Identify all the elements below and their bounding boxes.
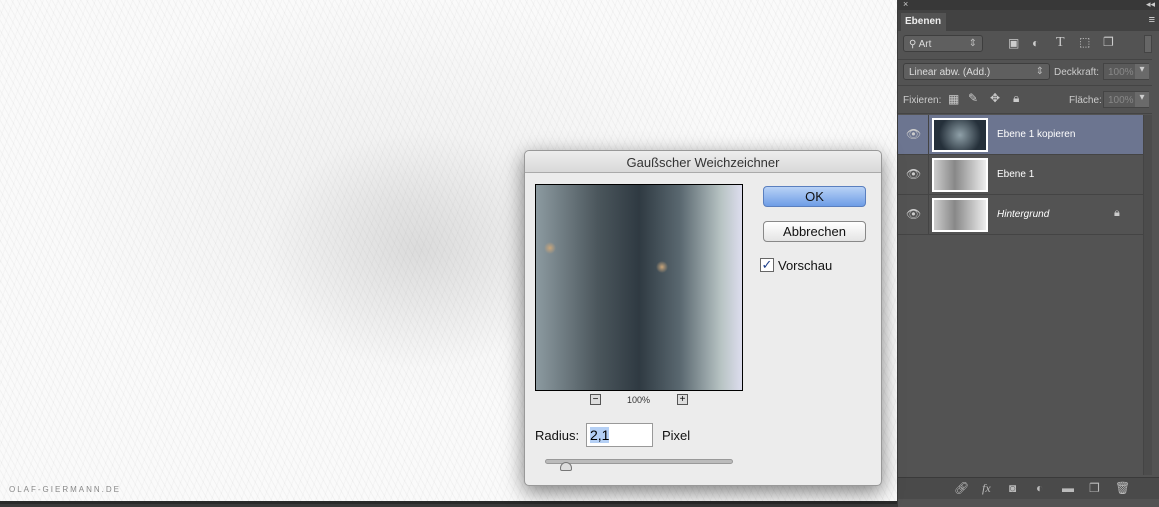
opacity-input[interactable]: 100%: [1103, 63, 1149, 80]
lock-all-icon[interactable]: 🔒︎: [1013, 91, 1019, 106]
watermark: OLAF-GIERMANN.DE: [9, 485, 122, 494]
new-layer-icon[interactable]: ❐: [1089, 481, 1100, 495]
link-icon[interactable]: 🔗︎: [954, 481, 969, 495]
cancel-button[interactable]: Abbrechen: [763, 221, 866, 242]
search-icon: ⚲: [909, 39, 919, 50]
radius-slider-thumb[interactable]: [559, 462, 572, 471]
shape-filter-icon[interactable]: ⬚: [1079, 35, 1090, 49]
lock-label: Fixieren:: [903, 95, 942, 106]
pixel-filter-icon[interactable]: ▣: [1008, 36, 1019, 50]
fill-label: Fläche:: [1069, 95, 1102, 106]
fx-icon[interactable]: fx: [982, 481, 991, 496]
eye-icon[interactable]: 👁︎: [906, 207, 921, 221]
unit-label: Pixel: [662, 428, 691, 443]
layer-row[interactable]: 👁︎ Hintergrund 🔒︎: [898, 195, 1143, 235]
folder-icon[interactable]: ▬: [1062, 481, 1074, 495]
filter-select[interactable]: ⚲ Art: [903, 35, 983, 52]
adjustment-filter-icon[interactable]: ◐: [1032, 36, 1039, 50]
zoom-out-button[interactable]: −: [590, 394, 601, 405]
eye-icon[interactable]: 👁︎: [906, 127, 921, 141]
lock-brush-icon[interactable]: ✎: [968, 91, 978, 105]
gaussian-blur-dialog: Gaußscher Weichzeichner OK Abbrechen ✓ V…: [524, 150, 882, 486]
layer-thumbnail: [932, 158, 988, 192]
tab-ebenen[interactable]: Ebenen: [901, 13, 946, 31]
filter-toggle[interactable]: [1144, 35, 1152, 53]
radius-label: Radius:: [535, 428, 580, 443]
lock-position-icon[interactable]: ✥: [990, 91, 1000, 105]
opacity-label: Deckkraft:: [1054, 67, 1100, 78]
radius-input[interactable]: 2,1: [586, 423, 653, 447]
dialog-title: Gaußscher Weichzeichner: [525, 151, 881, 173]
layer-name: Ebene 1: [997, 169, 1035, 180]
adjustment-icon[interactable]: ◐: [1036, 481, 1043, 495]
close-icon[interactable]: ×: [903, 0, 908, 9]
panel-topbar: × ◂◂: [898, 0, 1159, 10]
layers-panel: × ◂◂ Ebenen ≡ ⚲ Art ▣ ◐ T ⬚ ❐ Linear abw…: [898, 0, 1159, 507]
fill-input[interactable]: 100%: [1103, 91, 1149, 108]
layer-thumbnail: [932, 118, 988, 152]
zoom-level: 100%: [627, 395, 651, 405]
layer-thumbnail: [932, 198, 988, 232]
zoom-in-button[interactable]: +: [677, 394, 688, 405]
lock-icon: 🔒︎: [1114, 207, 1120, 219]
panel-scrollbar[interactable]: [1143, 115, 1152, 475]
mask-icon[interactable]: ◙: [1009, 481, 1016, 495]
lock-transparency-icon[interactable]: ▦: [948, 92, 959, 106]
smartobject-filter-icon[interactable]: ❐: [1103, 35, 1114, 49]
preview-image[interactable]: [535, 184, 743, 391]
eye-icon[interactable]: 👁︎: [906, 167, 921, 181]
layers-toolbar: 🔗︎ fx ◙ ◐ ▬ ❐ 🗑︎: [898, 477, 1159, 499]
collapse-icon[interactable]: ◂◂: [1146, 0, 1155, 10]
radius-slider[interactable]: [545, 459, 733, 464]
ok-button[interactable]: OK: [763, 186, 866, 207]
layer-name: Hintergrund: [997, 209, 1050, 220]
type-filter-icon[interactable]: T: [1056, 35, 1065, 51]
layer-name: Ebene 1 kopieren: [997, 129, 1076, 140]
panel-menu-icon[interactable]: ≡: [1149, 14, 1155, 26]
blend-mode-select[interactable]: Linear abw. (Add.): [903, 63, 1050, 80]
preview-checkbox[interactable]: ✓: [760, 258, 774, 272]
trash-icon[interactable]: 🗑︎: [1115, 481, 1130, 495]
layer-row[interactable]: 👁︎ Ebene 1: [898, 155, 1143, 195]
preview-label: Vorschau: [778, 258, 833, 273]
layer-row[interactable]: 👁︎ Ebene 1 kopieren: [898, 115, 1143, 155]
